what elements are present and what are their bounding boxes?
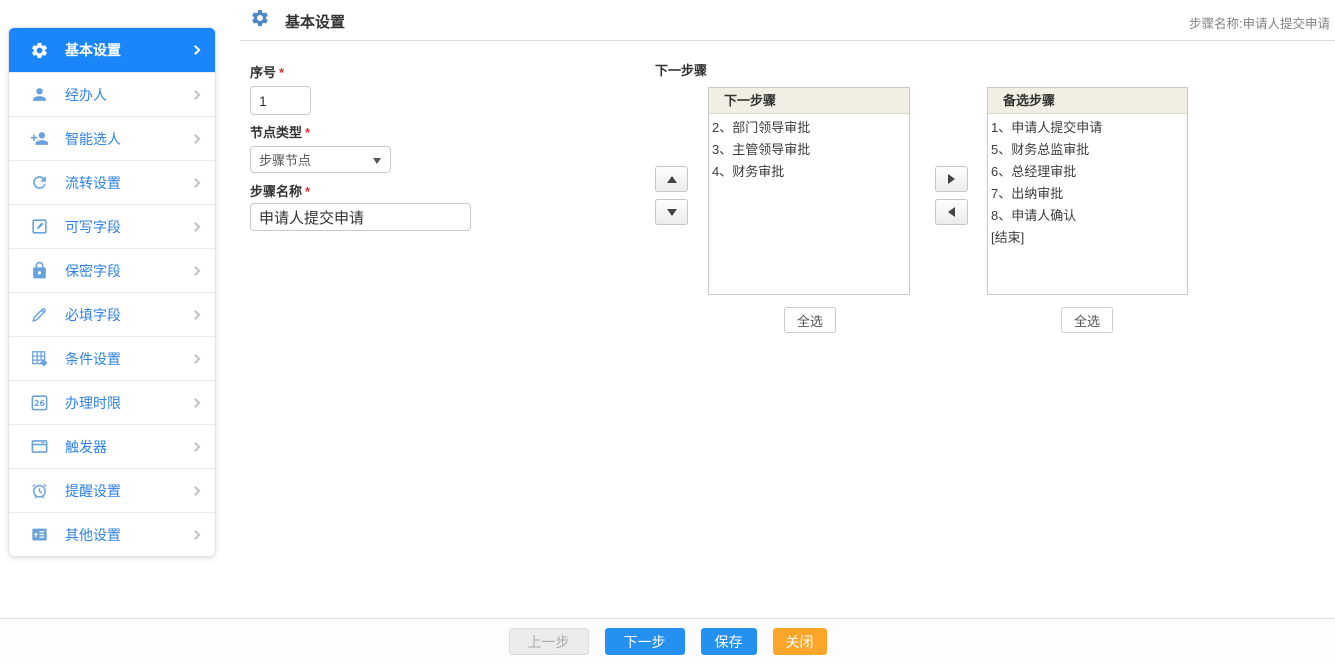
required-asterisk: * xyxy=(305,125,310,140)
form-list-icon xyxy=(29,525,49,545)
window-icon xyxy=(29,437,49,457)
chevron-right-icon xyxy=(191,45,201,55)
seq-input[interactable] xyxy=(250,86,311,115)
list-item[interactable]: 2、部门领导审批 xyxy=(711,117,907,139)
pencil-icon xyxy=(29,305,49,325)
required-asterisk: * xyxy=(279,65,284,80)
move-down-button[interactable] xyxy=(655,199,688,225)
svg-text:26: 26 xyxy=(33,399,45,408)
sidebar-item-confidential-fields[interactable]: 保密字段 xyxy=(9,248,215,292)
sidebar-item-label: 触发器 xyxy=(65,437,107,457)
arrow-left-icon xyxy=(948,207,955,217)
arrow-right-icon xyxy=(948,174,955,184)
node-type-select[interactable]: 步骤节点 xyxy=(250,146,391,173)
next-steps-listbox: 下一步骤 2、部门领导审批 3、主管领导审批 4、财务审批 xyxy=(708,87,910,295)
candidate-steps-listbox-header: 备选步骤 xyxy=(988,88,1187,114)
chevron-right-icon xyxy=(191,530,201,540)
next-steps-list: 2、部门领导审批 3、主管领导审批 4、财务审批 xyxy=(709,114,909,186)
sidebar-item-writable-fields[interactable]: 可写字段 xyxy=(9,204,215,248)
move-right-button[interactable] xyxy=(935,166,968,192)
gear-icon xyxy=(250,8,270,28)
edit-square-icon xyxy=(29,217,49,237)
sidebar-item-condition-settings[interactable]: 条件设置 xyxy=(9,336,215,380)
sidebar-item-label: 提醒设置 xyxy=(65,481,121,501)
chevron-right-icon xyxy=(191,310,201,320)
sidebar-item-label: 保密字段 xyxy=(65,261,121,281)
sidebar-item-trigger[interactable]: 触发器 xyxy=(9,424,215,468)
sidebar-item-label: 可写字段 xyxy=(65,217,121,237)
chevron-right-icon xyxy=(191,398,201,408)
step-name-input[interactable] xyxy=(250,203,471,231)
sidebar-item-smart-select[interactable]: 智能选人 xyxy=(9,116,215,160)
next-steps-section-label: 下一步骤 xyxy=(655,60,707,79)
move-left-button[interactable] xyxy=(935,199,968,225)
sidebar-item-basic-settings[interactable]: 基本设置 xyxy=(9,28,215,72)
node-type-selected-value: 步骤节点 xyxy=(259,150,311,169)
footer-action-bar: 上一步 下一步 保存 关闭 xyxy=(0,618,1335,664)
sidebar-item-label: 办理时限 xyxy=(65,393,121,413)
chevron-right-icon xyxy=(191,222,201,232)
sidebar-item-reminder-settings[interactable]: 提醒设置 xyxy=(9,468,215,512)
next-steps-listbox-header: 下一步骤 xyxy=(709,88,909,114)
chevron-right-icon xyxy=(191,266,201,276)
move-up-button[interactable] xyxy=(655,166,688,192)
sidebar-item-label: 基本设置 xyxy=(65,40,121,60)
calendar-26-icon: 26 xyxy=(29,393,49,413)
sidebar-item-label: 经办人 xyxy=(65,85,107,105)
sidebar-item-label: 流转设置 xyxy=(65,173,121,193)
sidebar-item-required-fields[interactable]: 必填字段 xyxy=(9,292,215,336)
sidebar-item-label: 必填字段 xyxy=(65,305,121,325)
candidate-steps-list: 1、申请人提交申请 5、财务总监审批 6、总经理审批 7、出纳审批 8、申请人确… xyxy=(988,114,1187,252)
sidebar-item-flow-settings[interactable]: 流转设置 xyxy=(9,160,215,204)
sidebar-item-label: 条件设置 xyxy=(65,349,121,369)
list-item[interactable]: 1、申请人提交申请 xyxy=(990,117,1185,139)
select-all-next-steps-button[interactable]: 全选 xyxy=(784,307,836,333)
list-item[interactable]: [结束] xyxy=(990,227,1185,249)
gear-icon xyxy=(29,40,49,60)
chevron-right-icon xyxy=(191,178,201,188)
current-step-label: 步骤名称:申请人提交申请 xyxy=(1189,13,1330,32)
step-name-label: 步骤名称* xyxy=(250,181,310,200)
settings-sidebar: 基本设置 经办人 智能选人 流转设置 xyxy=(8,27,216,557)
arrow-up-icon xyxy=(667,176,677,183)
sidebar-item-label: 智能选人 xyxy=(65,129,121,149)
list-item[interactable]: 8、申请人确认 xyxy=(990,205,1185,227)
person-add-icon xyxy=(29,129,49,149)
chevron-right-icon xyxy=(191,486,201,496)
node-type-label: 节点类型* xyxy=(250,122,310,141)
main-header: 基本设置 步骤名称:申请人提交申请 xyxy=(240,0,1335,41)
required-asterisk: * xyxy=(305,184,310,199)
lock-icon xyxy=(29,261,49,281)
list-item[interactable]: 4、财务审批 xyxy=(711,161,907,183)
save-button[interactable]: 保存 xyxy=(701,628,757,655)
dropdown-caret-icon xyxy=(373,158,381,164)
list-item[interactable]: 3、主管领导审批 xyxy=(711,139,907,161)
list-item[interactable]: 7、出纳审批 xyxy=(990,183,1185,205)
condition-grid-gear-icon xyxy=(29,349,49,369)
list-item[interactable]: 6、总经理审批 xyxy=(990,161,1185,183)
list-item[interactable]: 5、财务总监审批 xyxy=(990,139,1185,161)
chevron-right-icon xyxy=(191,90,201,100)
chevron-right-icon xyxy=(191,354,201,364)
chevron-right-icon xyxy=(191,134,201,144)
previous-step-button[interactable]: 上一步 xyxy=(509,628,589,655)
seq-label: 序号* xyxy=(250,62,284,81)
next-step-button[interactable]: 下一步 xyxy=(605,628,685,655)
sidebar-item-label: 其他设置 xyxy=(65,525,121,545)
candidate-steps-listbox: 备选步骤 1、申请人提交申请 5、财务总监审批 6、总经理审批 7、出纳审批 8… xyxy=(987,87,1188,295)
workflow-step-settings-page: 基本设置 经办人 智能选人 流转设置 xyxy=(0,0,1335,664)
sidebar-item-time-limit[interactable]: 26 办理时限 xyxy=(9,380,215,424)
sidebar-item-other-settings[interactable]: 其他设置 xyxy=(9,512,215,556)
person-icon xyxy=(29,85,49,105)
arrow-down-icon xyxy=(667,209,677,216)
close-button[interactable]: 关闭 xyxy=(773,628,827,655)
refresh-icon xyxy=(29,173,49,193)
chevron-right-icon xyxy=(191,442,201,452)
page-title: 基本设置 xyxy=(285,11,345,32)
select-all-candidate-steps-button[interactable]: 全选 xyxy=(1061,307,1113,333)
alarm-clock-icon xyxy=(29,481,49,501)
sidebar-item-handler[interactable]: 经办人 xyxy=(9,72,215,116)
